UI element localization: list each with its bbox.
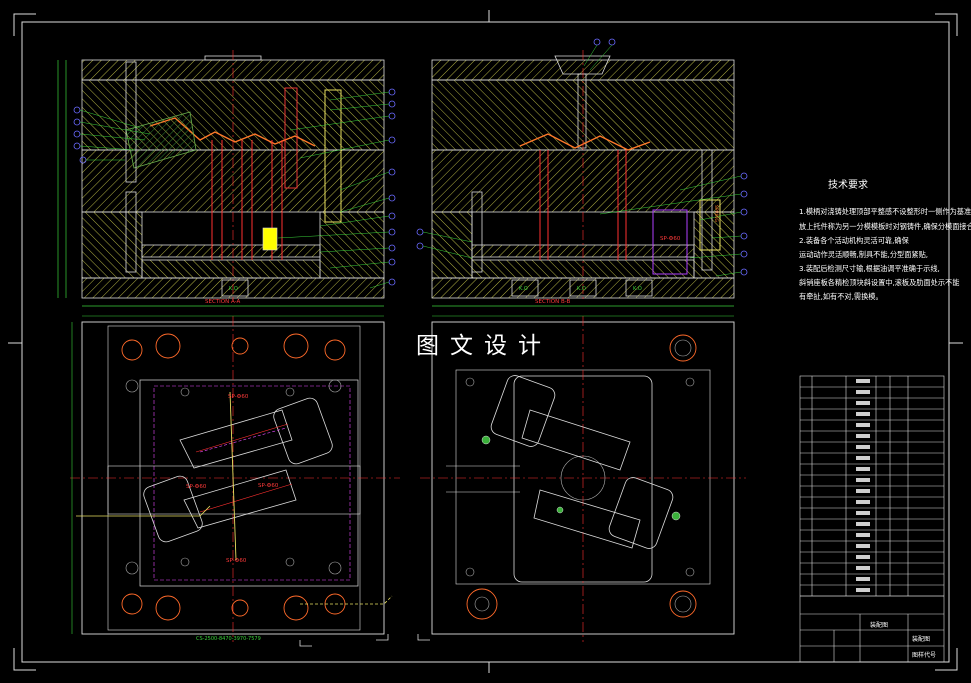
sp-left-top-label: SP-Ф60	[228, 394, 249, 400]
parts-list-cell-mark	[856, 390, 870, 394]
section-b-label: SECTION B-B	[535, 299, 571, 305]
parts-list-cell-mark	[856, 467, 870, 471]
kd-label-2: K.O	[519, 286, 528, 292]
parts-list-rows	[800, 379, 944, 597]
tech-requirement-line: 斜销座板各精检顶块斜设置中,滚板及肋面处示不能	[799, 278, 960, 287]
tech-requirement-line: 运动动作灵活顺畅,制具不能,分型面紧贴,	[799, 250, 929, 259]
parts-list-cell-mark	[856, 544, 870, 548]
spring-label: SPRING	[713, 205, 719, 222]
plan-view-right	[417, 315, 746, 642]
tech-requirement-line: 2.装备各个活动机构灵活可靠,确保	[799, 236, 909, 245]
parts-list-cell-mark	[856, 423, 870, 427]
tech-requirement-line: 放上托件称为另一分模模板时对钢铸件,确保分模面接合整线,	[799, 222, 971, 231]
title-block-code: 图样代号	[912, 652, 937, 659]
parts-list-cell-mark	[856, 489, 870, 493]
parts-list-cell-mark	[856, 478, 870, 482]
parts-list-cell-mark	[856, 511, 870, 515]
parts-list-cell-mark	[856, 533, 870, 537]
parts-list-cell-mark	[856, 555, 870, 559]
sp-right-label: SP-Ф60	[660, 236, 681, 242]
tech-requirement-line: 有牵扯,如有不对,需换模。	[799, 292, 883, 301]
kd-label-4: K.O	[633, 286, 642, 292]
parts-list-cell-mark	[856, 412, 870, 416]
section-view-right	[416, 38, 748, 307]
parts-list-cell-mark	[856, 500, 870, 504]
parts-list-cell-mark	[856, 566, 870, 570]
kd-label-1: K.O	[229, 286, 238, 292]
sp-left-mid1-label: SP-Ф60	[186, 484, 207, 490]
section-view-left	[57, 50, 396, 307]
parts-list-cell-mark	[856, 434, 870, 438]
watermark-title: 图文设计	[416, 333, 552, 359]
section-a-label: SECTION A-A	[205, 299, 240, 305]
parts-list-cell-mark	[856, 577, 870, 581]
parts-list-cell-mark	[856, 445, 870, 449]
title-block-name: 装配图	[870, 622, 889, 629]
parts-list-cell-mark	[856, 522, 870, 526]
parts-list-cell-mark	[856, 379, 870, 383]
sp-left-mid2-label: SP-Ф60	[258, 483, 279, 489]
plan-view-left	[70, 315, 400, 647]
tech-requirement-line: 1.模柄对浇铸处理顶部平整感不设整形时一侧作为基准,	[799, 207, 971, 216]
title-block-drawing: 装配图	[912, 636, 931, 643]
parts-list-cell-mark	[856, 588, 870, 592]
sp-left-low-label: SP-Ф60	[226, 558, 247, 564]
tech-requirement-line: 3.装配后检测尺寸输,根据油调平准确于示线,	[799, 264, 940, 273]
tech-requirements-title: 技术要求	[828, 180, 868, 191]
kd-label-3: K.O	[577, 286, 586, 292]
parts-list-cell-mark	[856, 456, 870, 460]
section-cs-label: CS-2500-8470-3970-7579	[196, 636, 261, 642]
parts-list-cell-mark	[856, 401, 870, 405]
